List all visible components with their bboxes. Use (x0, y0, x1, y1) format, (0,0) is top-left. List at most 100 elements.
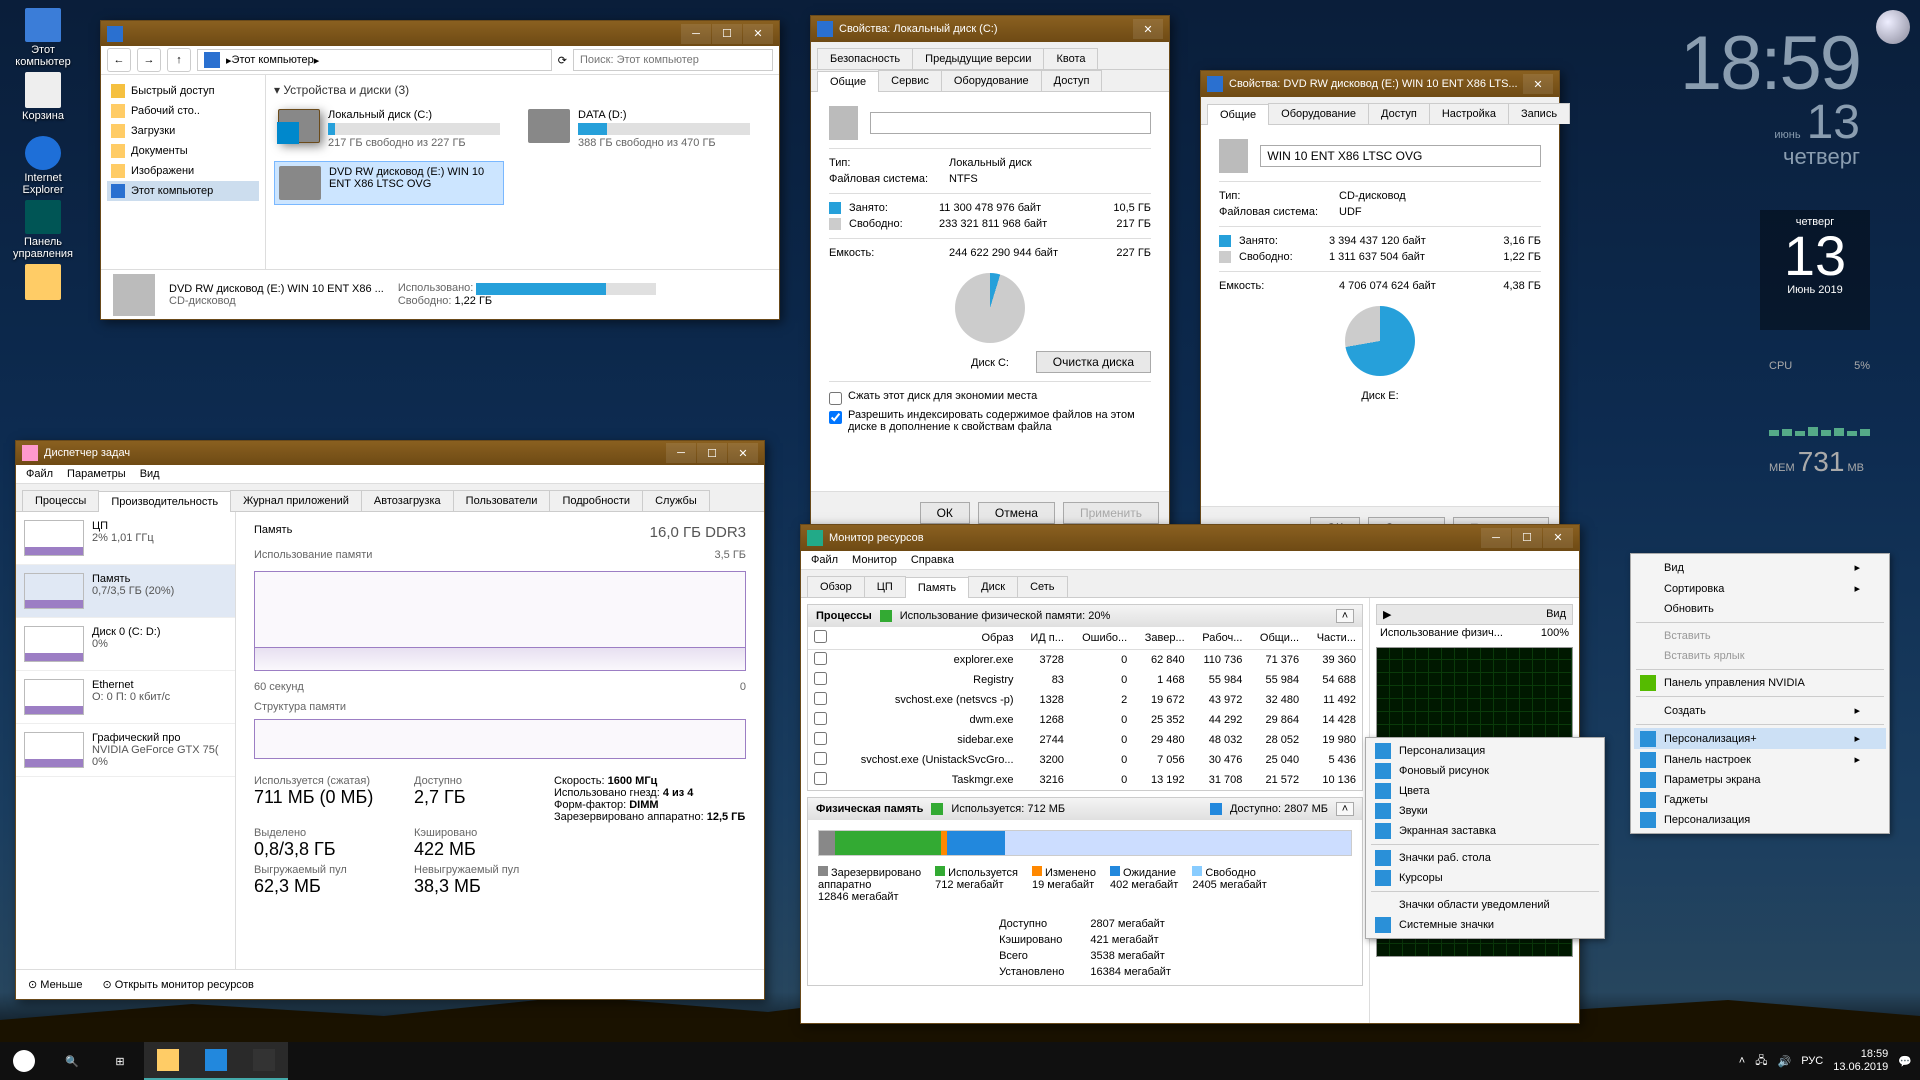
desktop-icon-ie[interactable]: Internet Explorer (8, 136, 78, 196)
taskbar-explorer[interactable] (144, 1042, 192, 1080)
volume-name-input[interactable] (870, 112, 1151, 134)
clock[interactable]: 18:5913.06.2019 (1833, 1048, 1888, 1074)
start-button[interactable] (0, 1042, 48, 1080)
context-menu-item[interactable]: Персонализация+▸ (1634, 728, 1886, 749)
context-menu-item[interactable]: Значки раб. стола (1369, 848, 1601, 868)
context-menu-item[interactable]: Экранная заставка (1369, 821, 1601, 841)
context-menu-item[interactable]: Звуки (1369, 801, 1601, 821)
taskview-button[interactable]: ⊞ (96, 1042, 144, 1080)
tab[interactable]: Запись (1508, 103, 1570, 124)
desktop-icon-control-panel[interactable]: Панель управления (8, 200, 78, 260)
tab[interactable]: Безопасность (817, 48, 913, 69)
column-header[interactable]: Образ (837, 627, 1020, 650)
volume-icon[interactable]: 🔊 (1778, 1055, 1792, 1068)
cancel-button[interactable]: Отмена (978, 502, 1055, 524)
tab[interactable]: Предыдущие версии (912, 48, 1044, 69)
ok-button[interactable]: ОК (920, 502, 970, 524)
context-menu-item[interactable]: Персонализация (1634, 810, 1886, 830)
minimize-button[interactable]: ─ (1481, 528, 1511, 548)
perf-tile[interactable]: ЦП2% 1,01 ГГц (16, 512, 235, 565)
desktop-icon-folder[interactable] (8, 264, 78, 324)
perf-tile[interactable]: Графический проNVIDIA GeForce GTX 75( 0% (16, 724, 235, 777)
tray-icon[interactable]: ˄ (1739, 1055, 1745, 1067)
context-menu-item[interactable]: Панель управления NVIDIA (1634, 673, 1886, 693)
collapse-button[interactable]: ˄ (1336, 609, 1354, 623)
menu-item[interactable]: Файл (26, 468, 53, 480)
titlebar[interactable]: Диспетчер задач─☐✕ (16, 441, 764, 465)
volume-name-input[interactable] (1260, 145, 1541, 167)
column-header[interactable]: Завер... (1133, 627, 1190, 650)
menu-item[interactable]: Монитор (852, 554, 897, 566)
tab[interactable]: Диск (968, 576, 1018, 597)
tab[interactable]: Пользователи (453, 490, 551, 511)
tab[interactable]: Настройка (1429, 103, 1509, 124)
perf-tile[interactable]: Память0,7/3,5 ГБ (20%) (16, 565, 235, 618)
titlebar[interactable]: Свойства: DVD RW дисковод (E:) WIN 10 EN… (1201, 71, 1559, 97)
drive-item[interactable]: Локальный диск (C:)217 ГБ свободно из 22… (274, 105, 504, 153)
search-button[interactable]: 🔍 (48, 1042, 96, 1080)
drive-item[interactable]: DVD RW дисковод (E:) WIN 10 ENT X86 LTSC… (274, 161, 504, 205)
menu-item[interactable]: Параметры (67, 468, 126, 480)
column-header[interactable]: Общи... (1248, 627, 1305, 650)
maximize-button[interactable]: ☐ (1512, 528, 1542, 548)
titlebar[interactable]: Свойства: Локальный диск (C:)✕ (811, 16, 1169, 42)
nav-button[interactable]: ▶ (1383, 608, 1391, 621)
group-header[interactable]: Устройства и диски (3) (274, 83, 771, 97)
tab[interactable]: Журнал приложений (230, 490, 362, 511)
collapse-button[interactable]: ˄ (1336, 802, 1354, 816)
taskbar-app[interactable] (192, 1042, 240, 1080)
titlebar[interactable]: Монитор ресурсов─☐✕ (801, 525, 1579, 551)
open-resmon[interactable]: ⊙ Открыть монитор ресурсов (102, 978, 253, 991)
perf-tile[interactable]: EthernetО: 0 П: 0 кбит/с (16, 671, 235, 724)
process-row[interactable]: svchost.exe (netsvcs -p)1328219 67243 97… (808, 690, 1362, 710)
context-menu-item[interactable]: Персонализация (1369, 741, 1601, 761)
nav-item[interactable]: Быстрый доступ (107, 81, 259, 101)
apply-button[interactable]: Применить (1063, 502, 1159, 524)
compress-checkbox[interactable]: Сжать этот диск для экономии места (829, 390, 1151, 405)
maximize-button[interactable]: ☐ (697, 443, 727, 463)
column-header[interactable]: Ошибо... (1070, 627, 1133, 650)
cleanup-button[interactable]: Очистка диска (1036, 351, 1151, 373)
nav-item[interactable]: Документы (107, 141, 259, 161)
tab[interactable]: Сеть (1017, 576, 1067, 597)
back-button[interactable]: ← (107, 48, 131, 72)
context-menu-item[interactable]: Курсоры (1369, 868, 1601, 888)
context-menu-item[interactable]: Сортировка▸ (1634, 578, 1886, 599)
column-header[interactable]: ИД п... (1020, 627, 1070, 650)
process-row[interactable]: explorer.exe3728062 840110 73671 37639 3… (808, 649, 1362, 670)
menu-item[interactable]: Справка (911, 554, 954, 566)
context-menu-item[interactable]: Гаджеты (1634, 790, 1886, 810)
desktop-icon-computer[interactable]: Этот компьютер (8, 8, 78, 68)
close-button[interactable]: ✕ (1133, 19, 1163, 39)
up-button[interactable]: ↑ (167, 48, 191, 72)
tab[interactable]: Подробности (549, 490, 643, 511)
process-row[interactable]: Registry8301 46855 98455 98454 688 (808, 670, 1362, 690)
process-row[interactable]: sidebar.exe2744029 48048 03228 05219 980 (808, 730, 1362, 750)
tab[interactable]: Оборудование (941, 70, 1042, 91)
refresh-button[interactable]: ⟳ (558, 54, 567, 67)
tab[interactable]: Автозагрузка (361, 490, 454, 511)
close-button[interactable]: ✕ (728, 443, 758, 463)
context-menu-item[interactable]: Панель настроек▸ (1634, 749, 1886, 770)
tab[interactable]: Общие (1207, 104, 1269, 125)
close-button[interactable]: ✕ (1523, 74, 1553, 94)
tab[interactable]: Память (905, 577, 969, 598)
close-button[interactable]: ✕ (1543, 528, 1573, 548)
context-menu-item[interactable]: Параметры экрана (1634, 770, 1886, 790)
menu-item[interactable]: Вид (140, 468, 160, 480)
taskbar-app[interactable] (240, 1042, 288, 1080)
search-input[interactable] (573, 49, 773, 71)
network-icon[interactable]: 🖧 (1755, 1052, 1767, 1071)
process-row[interactable]: Taskmgr.exe3216013 19231 70821 57210 136 (808, 770, 1362, 790)
tab[interactable]: Доступ (1368, 103, 1430, 124)
context-menu-item[interactable]: Цвета (1369, 781, 1601, 801)
tab[interactable]: ЦП (864, 576, 906, 597)
notifications-icon[interactable]: 💬 (1898, 1055, 1912, 1068)
maximize-button[interactable]: ☐ (712, 24, 742, 44)
tab[interactable]: Службы (642, 490, 710, 511)
tab[interactable]: Оборудование (1268, 103, 1369, 124)
tab[interactable]: Доступ (1041, 70, 1103, 91)
context-menu-item[interactable]: Создать▸ (1634, 700, 1886, 721)
process-row[interactable]: dwm.exe1268025 35244 29229 86414 428 (808, 710, 1362, 730)
context-menu-item[interactable]: Обновить (1634, 599, 1886, 619)
